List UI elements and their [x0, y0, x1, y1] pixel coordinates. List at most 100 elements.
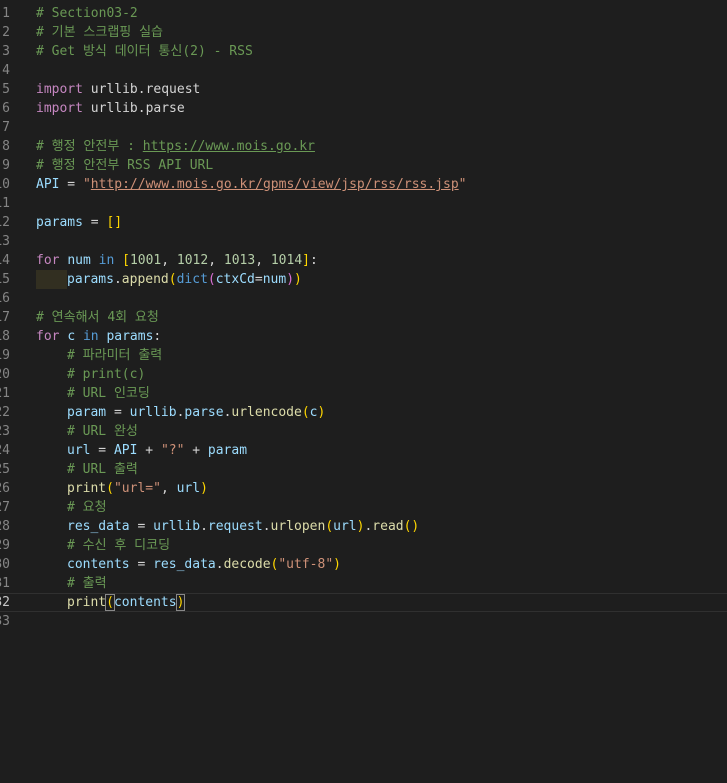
code-token: =: [106, 405, 130, 420]
code-token: "?": [160, 443, 185, 458]
code-token: =: [82, 215, 107, 230]
code-token: https://www.mois.go.kr: [142, 139, 315, 154]
code-token: urllib: [153, 519, 201, 534]
code-token: .: [215, 557, 224, 572]
code-line[interactable]: 14 for num in [1001, 1012, 1013, 1014]:: [0, 251, 727, 270]
indent-guide: [36, 441, 67, 460]
code-token: ,: [160, 481, 177, 496]
code-line[interactable]: 4: [0, 61, 727, 80]
code-line[interactable]: 24 url = API + "?" + param: [0, 441, 727, 460]
code-token: # 연속해서 4회 요청: [36, 310, 159, 325]
line-code: contents = res_data.decode("utf-8"): [36, 555, 341, 574]
line-number: 25: [0, 462, 10, 477]
code-line[interactable]: 8 # 행정 안전부 : https://www.mois.go.kr: [0, 137, 727, 156]
code-line[interactable]: 26 print("url=", url): [0, 479, 727, 498]
indent-guide: [36, 498, 67, 517]
code-token: .: [262, 519, 271, 534]
code-line[interactable]: 33: [0, 612, 727, 631]
code-line[interactable]: 19 # 파라미터 출력: [0, 346, 727, 365]
line-number: 13: [0, 234, 10, 249]
code-token: .: [200, 519, 208, 534]
code-line[interactable]: 30 contents = res_data.decode("utf-8"): [0, 555, 727, 574]
code-token: # URL 완성: [67, 424, 138, 439]
code-token: read: [372, 519, 404, 534]
code-line[interactable]: 28res_data = urllib.request.urlopen(url)…: [0, 517, 727, 536]
code-line[interactable]: 23 # URL 완성: [0, 422, 727, 441]
indent-guide: [36, 384, 67, 403]
line-number: 31: [0, 576, 10, 591]
code-line[interactable]: 13: [0, 232, 727, 251]
code-token: num: [67, 253, 91, 268]
line-code: for num in [1001, 1012, 1013, 1014]:: [36, 251, 318, 270]
line-code: # 행정 안전부 : https://www.mois.go.kr: [36, 137, 315, 156]
code-token: print: [67, 595, 107, 610]
code-token: ctxCd: [215, 272, 255, 287]
line-number: 26: [0, 481, 10, 496]
code-token: decode: [223, 557, 271, 572]
line-number: 12: [0, 215, 10, 230]
code-line[interactable]: 18 for c in params:: [0, 327, 727, 346]
code-editor[interactable]: 1 # Section03-2 2 # 기본 스크랩핑 실습 3 # Get 방식 데이터…: [0, 0, 727, 783]
line-code: params.append(dict(ctxCd=num)): [36, 270, 302, 289]
code-token: urllib.parse: [82, 101, 185, 116]
code-line[interactable]: 11: [0, 194, 727, 213]
code-token: (): [403, 519, 420, 534]
code-line[interactable]: 22 param = urllib.parse.urlencode(c): [0, 403, 727, 422]
code-line[interactable]: 31 # 출력: [0, 574, 727, 593]
line-code: # URL 출력: [36, 460, 138, 479]
line-number: 6: [2, 101, 10, 116]
code-line[interactable]: 27 # 요청: [0, 498, 727, 517]
code-line[interactable]: 29 # 수신 후 디코딩: [0, 536, 727, 555]
code-token: for: [36, 253, 60, 268]
code-line[interactable]: 25 # URL 출력: [0, 460, 727, 479]
code-token: in: [98, 253, 115, 268]
code-token: # 행정 안전부 :: [36, 139, 143, 154]
code-line[interactable]: 3 # Get 방식 데이터 통신(2) - RSS: [0, 42, 727, 61]
code-token: # 수신 후 디코딩: [67, 538, 171, 553]
line-code: # 출력: [36, 574, 107, 593]
code-line[interactable]: 16: [0, 289, 727, 308]
line-code: import urllib.request: [36, 80, 200, 99]
code-token: contents: [113, 595, 177, 610]
code-line[interactable]: 7: [0, 118, 727, 137]
code-token: ": [82, 177, 91, 192]
code-line[interactable]: 15params.append(dict(ctxCd=num)): [0, 270, 727, 289]
code-token: url: [176, 481, 201, 496]
line-number: 21: [0, 386, 10, 401]
indent-guide: [36, 594, 67, 613]
code-token: +: [137, 443, 161, 458]
code-token: # Section03-2: [36, 6, 138, 21]
code-line[interactable]: 6 import urllib.parse: [0, 99, 727, 118]
line-code: # 행정 안전부 RSS API URL: [36, 156, 213, 175]
code-token: +: [184, 443, 208, 458]
code-line[interactable]: 21 # URL 인코딩: [0, 384, 727, 403]
line-number: 1: [2, 6, 10, 21]
code-line[interactable]: 17 # 연속해서 4회 요청: [0, 308, 727, 327]
line-number: 19: [0, 348, 10, 363]
code-line[interactable]: 1 # Section03-2: [0, 4, 727, 23]
code-line[interactable]: 32 print(contents): [0, 593, 727, 612]
code-token: .: [113, 272, 122, 287]
code-token: params: [36, 215, 83, 230]
line-code: params = []: [36, 213, 122, 232]
code-token: contents: [67, 557, 130, 572]
line-code: res_data = urllib.request.urlopen(url).r…: [36, 517, 419, 536]
line-code: # 연속해서 4회 요청: [36, 308, 159, 327]
code-line[interactable]: 12 params = []: [0, 213, 727, 232]
code-line[interactable]: 2 # 기본 스크랩핑 실습: [0, 23, 727, 42]
code-token: ): [175, 594, 186, 611]
line-number: 16: [0, 291, 10, 306]
code-token: 1013: [223, 253, 256, 268]
indent-guide: [36, 517, 67, 536]
code-token: ]: [302, 253, 310, 268]
code-token: "url=": [113, 481, 161, 496]
code-line[interactable]: 9 # 행정 안전부 RSS API URL: [0, 156, 727, 175]
code-line[interactable]: 5 import urllib.request: [0, 80, 727, 99]
line-number: 14: [0, 253, 10, 268]
code-line[interactable]: 20 # print(c): [0, 365, 727, 384]
code-line[interactable]: 10 API = "http://www.mois.go.kr/gpms/view…: [0, 175, 727, 194]
code-token: API: [36, 177, 60, 192]
code-token: (: [301, 405, 310, 420]
